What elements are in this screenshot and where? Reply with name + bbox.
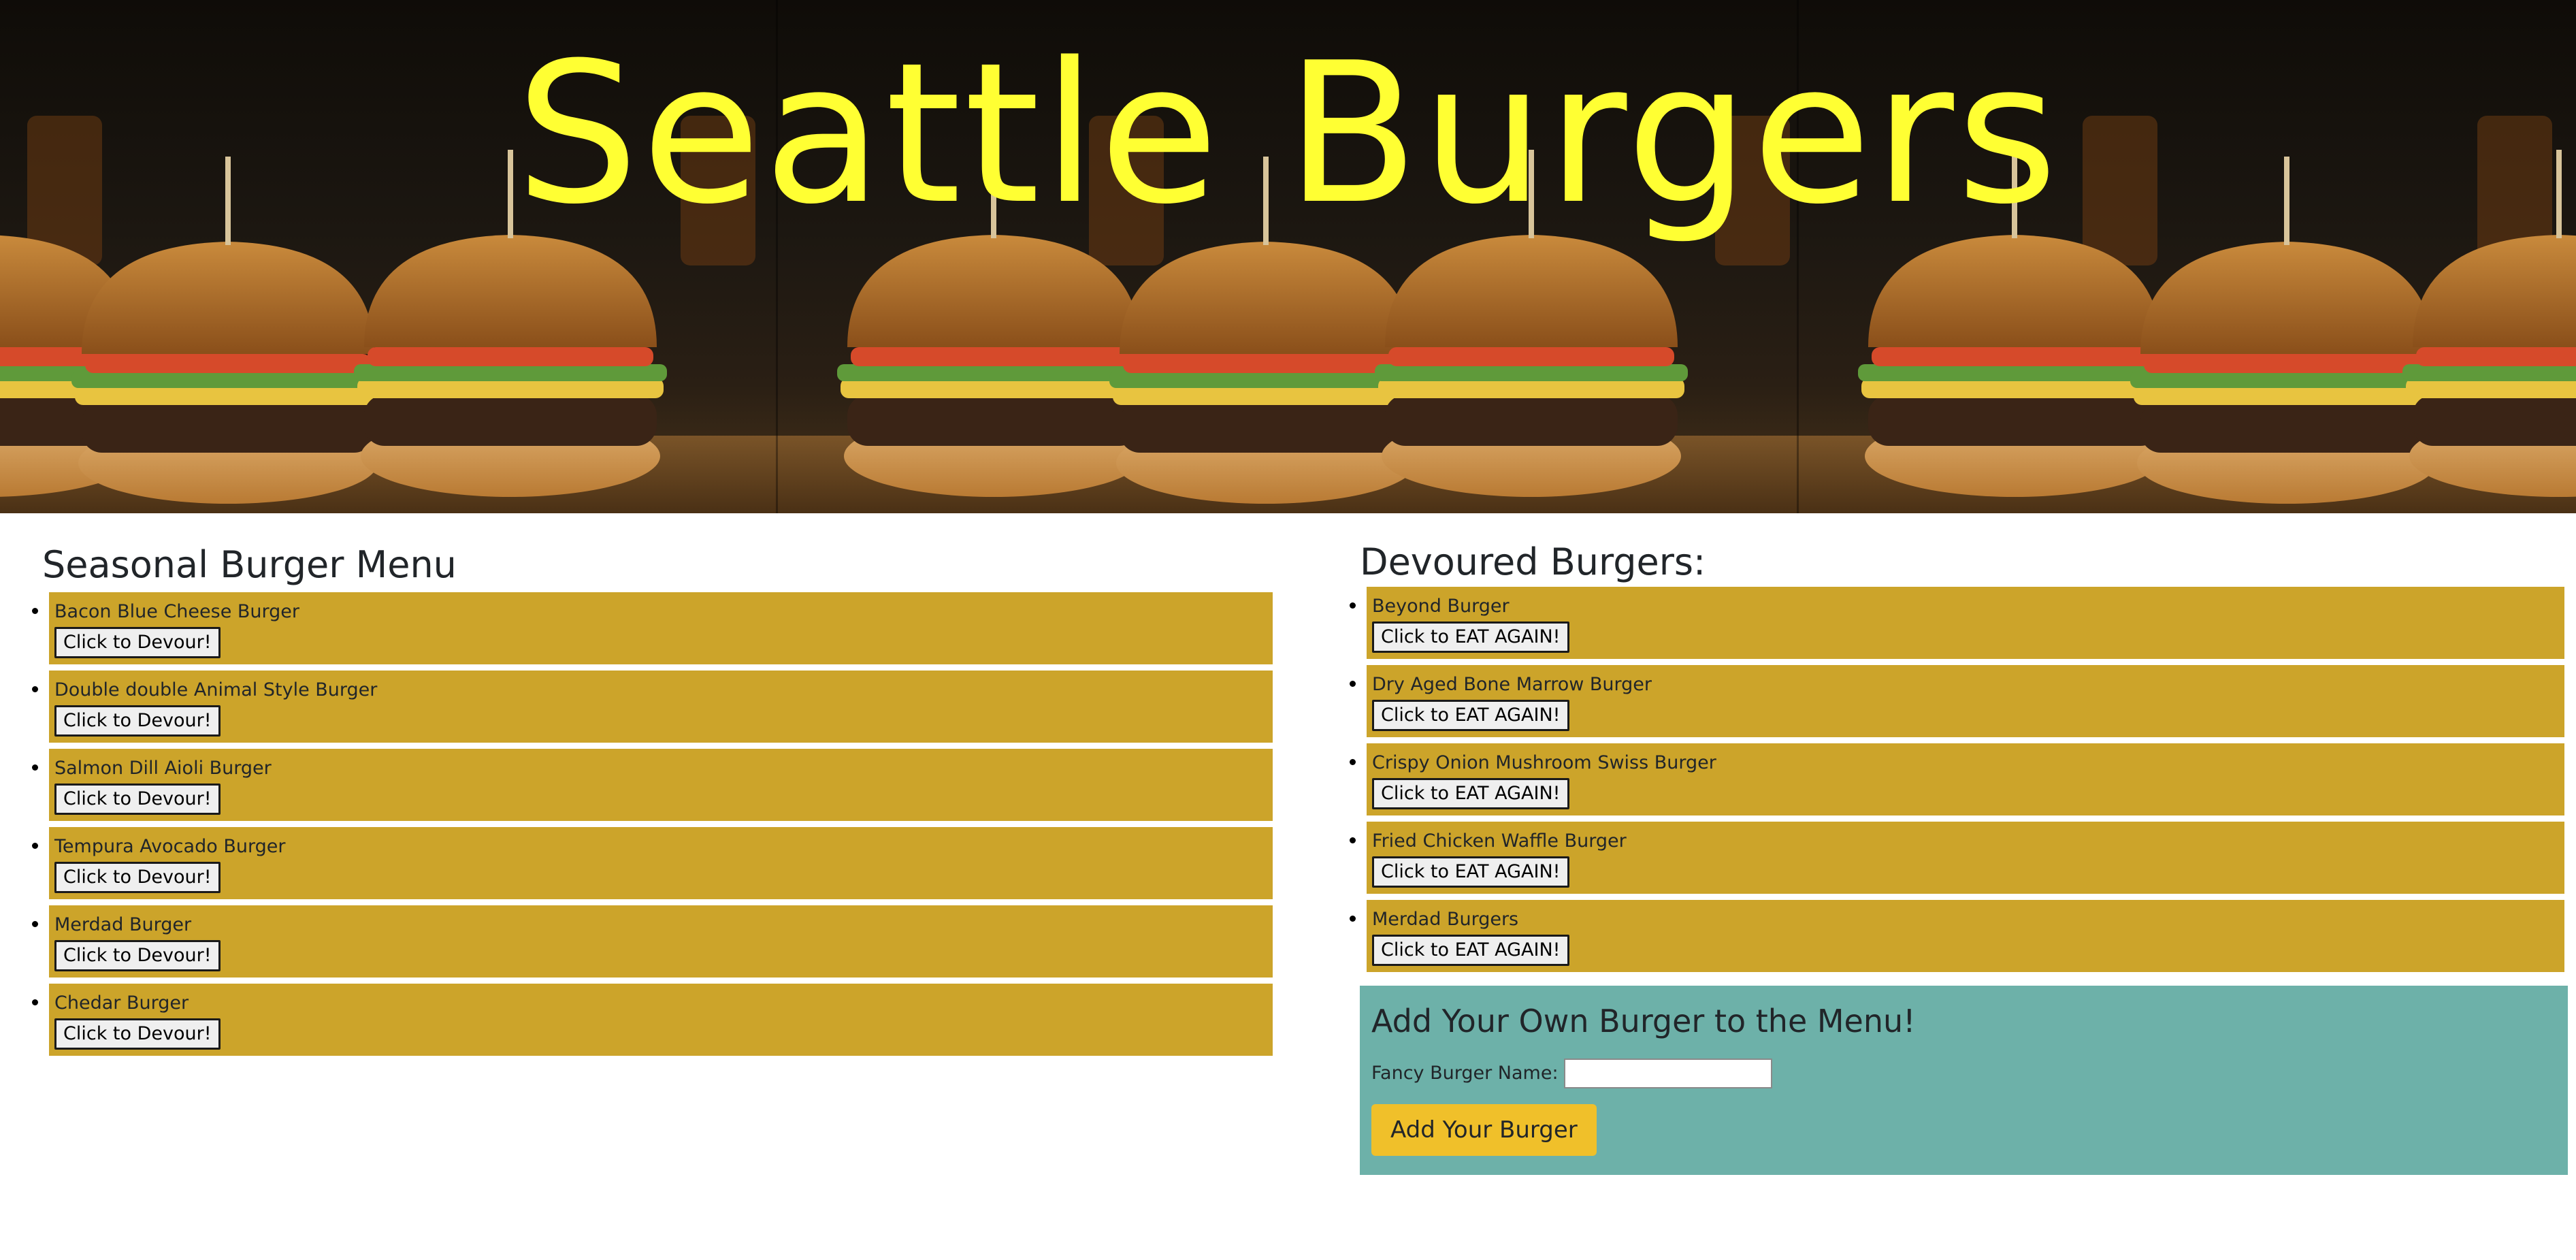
devour-button[interactable]: Click to Devour! xyxy=(54,862,221,893)
eat-again-button[interactable]: Click to EAT AGAIN! xyxy=(1372,621,1569,653)
add-burger-heading: Add Your Own Burger to the Menu! xyxy=(1371,1003,1916,1039)
burger-name: Tempura Avocado Burger xyxy=(54,836,286,857)
devoured-section: Devoured Burgers: Beyond Burger Click to… xyxy=(1360,538,2568,1175)
devour-button[interactable]: Click to Devour! xyxy=(54,784,221,815)
page-title: Seattle Burgers xyxy=(515,21,2061,247)
burger-name: Chedar Burger xyxy=(54,992,189,1014)
add-burger-form: Add Your Own Burger to the Menu! Fancy B… xyxy=(1360,986,2568,1175)
burger-name: Merdad Burger xyxy=(54,914,192,935)
list-item: Double double Animal Style Burger Click … xyxy=(49,671,1273,743)
burger-name: Dry Aged Bone Marrow Burger xyxy=(1372,674,1652,695)
burger-name-label: Fancy Burger Name: xyxy=(1371,1063,1559,1084)
eat-again-button[interactable]: Click to EAT AGAIN! xyxy=(1372,700,1569,731)
burger-name: Double double Animal Style Burger xyxy=(54,679,378,700)
burger-name: Salmon Dill Aioli Burger xyxy=(54,758,272,779)
burger-name: Beyond Burger xyxy=(1372,596,1510,617)
list-item: Merdad Burgers Click to EAT AGAIN! xyxy=(1367,900,2564,972)
eat-again-button[interactable]: Click to EAT AGAIN! xyxy=(1372,856,1569,888)
list-item: Merdad Burger Click to Devour! xyxy=(49,905,1273,978)
burger-name: Bacon Blue Cheese Burger xyxy=(54,601,300,622)
burger-name-field-row: Fancy Burger Name: xyxy=(1371,1056,2556,1091)
burger-name: Crispy Onion Mushroom Swiss Burger xyxy=(1372,752,1716,773)
devour-button[interactable]: Click to Devour! xyxy=(54,1018,221,1050)
burger-name-input[interactable] xyxy=(1563,1059,1772,1088)
list-item: Fried Chicken Waffle Burger Click to EAT… xyxy=(1367,822,2564,894)
seasonal-menu-heading: Seasonal Burger Menu xyxy=(42,543,457,586)
list-item: Dry Aged Bone Marrow Burger Click to EAT… xyxy=(1367,665,2564,737)
list-item: Chedar Burger Click to Devour! xyxy=(49,984,1273,1056)
list-item: Bacon Blue Cheese Burger Click to Devour… xyxy=(49,592,1273,664)
eat-again-button[interactable]: Click to EAT AGAIN! xyxy=(1372,778,1569,809)
list-item: Tempura Avocado Burger Click to Devour! xyxy=(49,827,1273,899)
devour-button[interactable]: Click to Devour! xyxy=(54,705,221,737)
devour-button[interactable]: Click to Devour! xyxy=(54,940,221,971)
list-item: Salmon Dill Aioli Burger Click to Devour… xyxy=(49,749,1273,821)
eat-again-button[interactable]: Click to EAT AGAIN! xyxy=(1372,935,1569,966)
list-item: Beyond Burger Click to EAT AGAIN! xyxy=(1367,587,2564,659)
burger-name: Fried Chicken Waffle Burger xyxy=(1372,830,1627,852)
devour-button[interactable]: Click to Devour! xyxy=(54,627,221,658)
list-item: Crispy Onion Mushroom Swiss Burger Click… xyxy=(1367,743,2564,815)
seasonal-menu-section: Seasonal Burger Menu Bacon Blue Cheese B… xyxy=(42,538,1273,1062)
burger-name: Merdad Burgers xyxy=(1372,909,1519,930)
devoured-heading: Devoured Burgers: xyxy=(1360,540,1706,583)
seasonal-menu-list: Bacon Blue Cheese Burger Click to Devour… xyxy=(42,592,1273,1056)
hero-banner: Seattle Burgers xyxy=(0,0,2576,513)
devoured-list: Beyond Burger Click to EAT AGAIN! Dry Ag… xyxy=(1360,587,2564,972)
add-burger-button[interactable]: Add Your Burger xyxy=(1371,1104,1597,1156)
